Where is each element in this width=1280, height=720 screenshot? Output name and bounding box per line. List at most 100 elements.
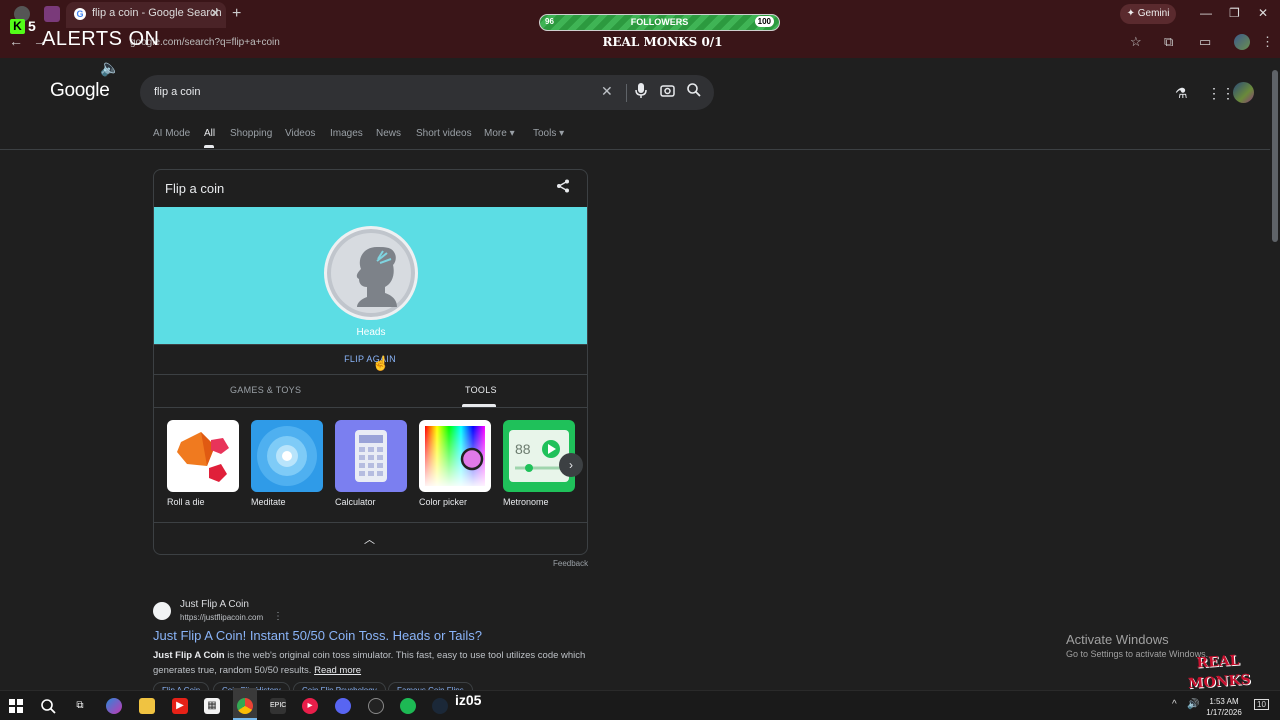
card-divider [154, 374, 587, 375]
collapse-chevron-up-icon[interactable]: ︿ [364, 531, 375, 547]
tab-favicon-2[interactable] [44, 6, 60, 22]
metronome-bpm: 88 [515, 441, 531, 457]
tool-roll-a-die[interactable]: Roll a die [167, 420, 239, 507]
tab-tools-label: Tools [533, 128, 557, 139]
chrome-taskbar-icon[interactable] [237, 698, 253, 714]
tool-label: Calculator [335, 497, 376, 507]
gemini-button[interactable]: ✦ Gemini [1120, 4, 1176, 24]
google-logo[interactable]: Google [50, 80, 110, 102]
site-favicon-icon[interactable] [153, 602, 171, 620]
category-games-toys[interactable]: GAMES & TOYS [230, 385, 301, 395]
taskbar-clock[interactable]: 1:53 AM 1/17/2026 [1200, 696, 1248, 718]
obs-icon[interactable] [368, 698, 384, 714]
result-url[interactable]: https://justflipacoin.com [180, 613, 263, 622]
steam-icon[interactable] [432, 698, 448, 714]
bookmark-star-icon[interactable]: ☆ [1130, 34, 1142, 50]
tool-label: Color picker [419, 497, 468, 507]
carousel-next-button[interactable]: › [559, 453, 583, 477]
card-divider [154, 344, 587, 345]
labs-flask-icon[interactable]: ⚗ [1175, 85, 1188, 102]
card-divider [154, 522, 587, 523]
clock-time: 1:53 AM [1209, 697, 1239, 706]
tab-all[interactable]: All [204, 128, 215, 139]
microphone-icon[interactable] [635, 83, 647, 102]
search-input[interactable]: flip a coin [154, 86, 200, 98]
search-box[interactable]: flip a coin ✕ [140, 75, 714, 110]
meditate-icon [251, 420, 323, 492]
gemini-label: Gemini [1137, 8, 1170, 19]
close-button[interactable]: ✕ [1258, 6, 1268, 20]
card-title: Flip a coin [165, 181, 225, 196]
notification-count[interactable]: 10 [1254, 699, 1269, 710]
tray-chevron-icon[interactable]: ^ [1172, 699, 1177, 710]
tool-meditate[interactable]: Meditate [251, 420, 323, 507]
tab-short-videos[interactable]: Short videos [416, 128, 472, 139]
new-tab-button[interactable]: + [232, 5, 241, 23]
result-site-name[interactable]: Just Flip A Coin [180, 599, 249, 610]
tool-label: Roll a die [167, 497, 205, 507]
activate-windows-title: Activate Windows [1066, 632, 1169, 647]
back-button[interactable]: ← [9, 33, 23, 49]
tab-tools[interactable]: Tools ▾ [533, 128, 564, 139]
tab-more[interactable]: More ▾ [484, 128, 515, 139]
tool-label: Meditate [251, 497, 286, 507]
ms-store-icon[interactable]: ▦ [204, 698, 220, 714]
flip-again-button[interactable]: FLIP AGAIN [320, 354, 420, 364]
tab-active[interactable]: G flip a coin - Google Search ✕ [66, 2, 226, 28]
alerts-on-overlay: ALERTS ON [42, 28, 160, 50]
share-icon[interactable] [556, 179, 570, 196]
color-picker-icon [419, 420, 491, 492]
speaker-icon: 🔈 [100, 60, 120, 77]
tab-news[interactable]: News [376, 128, 401, 139]
windows-start-icon[interactable] [8, 698, 24, 714]
epic-games-icon[interactable]: EPIC [270, 698, 286, 714]
result-title-link[interactable]: Just Flip A Coin! Instant 50/50 Coin Tos… [153, 628, 482, 643]
cast-icon[interactable]: ▭ [1199, 34, 1211, 50]
volume-icon[interactable]: 🔊 [1187, 699, 1199, 710]
youtube-icon[interactable]: ▶ [172, 698, 188, 714]
read-more-link[interactable]: Read more [314, 665, 361, 676]
tool-label: Metronome [503, 497, 549, 507]
tab-videos[interactable]: Videos [285, 128, 315, 139]
clear-icon[interactable]: ✕ [601, 83, 613, 100]
dice-icon [167, 420, 239, 492]
scrollbar-thumb[interactable] [1272, 70, 1278, 242]
coin-heads-icon[interactable] [324, 226, 418, 320]
apps-grid-icon[interactable]: ⋮⋮ [1207, 85, 1235, 102]
tab-ai-mode[interactable]: AI Mode [153, 128, 190, 139]
page-scrollbar[interactable] [1270, 58, 1280, 690]
google-lens-icon[interactable] [660, 83, 675, 101]
coin-result-label: Heads [356, 327, 386, 338]
feedback-link[interactable]: Feedback [553, 559, 588, 568]
restore-button[interactable]: ❐ [1229, 6, 1240, 20]
taskbar-search-icon[interactable] [40, 698, 56, 714]
tab-shopping[interactable]: Shopping [230, 128, 272, 139]
kick-count: 5 [28, 18, 36, 34]
kick-logo-icon: K [10, 19, 25, 34]
profile-avatar-small[interactable] [1234, 34, 1250, 50]
tab-images[interactable]: Images [330, 128, 363, 139]
category-tools[interactable]: TOOLS [465, 385, 497, 395]
real-monks-counter: REAL MONKS 0/1 [602, 35, 723, 49]
tool-calculator[interactable]: Calculator [335, 420, 407, 507]
search-icon[interactable] [687, 83, 701, 100]
spotify-icon[interactable] [400, 698, 416, 714]
hand-cursor-icon: ☝ [372, 355, 390, 371]
windows-taskbar [0, 690, 1280, 720]
google-favicon-icon: G [74, 8, 86, 20]
result-more-options-icon[interactable]: ⋮ [273, 611, 283, 622]
menu-kebab-icon[interactable]: ⋮ [1261, 34, 1274, 50]
minimize-button[interactable]: — [1200, 6, 1212, 20]
media-player-icon[interactable]: ▸ [302, 698, 318, 714]
extensions-icon[interactable]: ⧉ [1164, 34, 1173, 50]
search-divider [626, 84, 627, 102]
task-view-icon[interactable]: ⧉ [72, 698, 88, 714]
copilot-icon[interactable] [106, 698, 122, 714]
account-avatar[interactable] [1233, 82, 1254, 103]
tab-close-icon[interactable]: ✕ [210, 6, 220, 20]
tool-color-picker[interactable]: Color picker [419, 420, 491, 507]
discord-icon[interactable] [335, 698, 351, 714]
calculator-icon [335, 420, 407, 492]
header-divider [0, 149, 1270, 150]
file-explorer-icon[interactable] [139, 698, 155, 714]
